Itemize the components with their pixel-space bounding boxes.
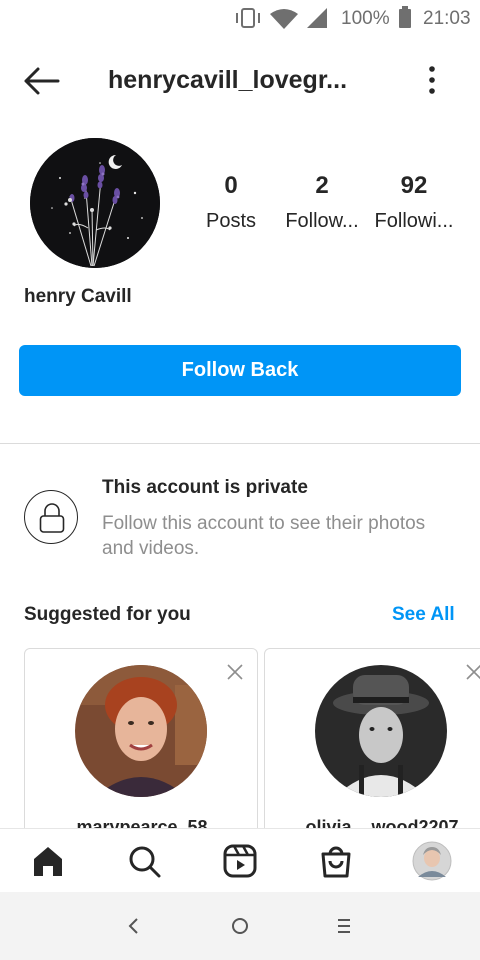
see-all-link[interactable]: See All [392, 604, 455, 626]
home-circle-icon[interactable] [228, 914, 252, 938]
stat-followers[interactable]: 2 Follow... [277, 172, 367, 233]
reels-icon[interactable] [222, 843, 258, 879]
system-nav-bar [0, 892, 480, 960]
suggested-card[interactable]: olivia__wood2207 [264, 648, 480, 848]
profile-header: henrycavill_lovegr... [0, 52, 480, 110]
back-arrow-icon[interactable] [22, 64, 62, 98]
recents-icon[interactable] [332, 914, 356, 938]
more-options-icon[interactable] [420, 62, 444, 98]
lock-icon [24, 490, 78, 544]
stat-label: Followi... [374, 210, 454, 232]
profile-full-name: henry Cavill [24, 286, 132, 307]
stat-posts[interactable]: 0 Posts [186, 172, 276, 233]
profile-avatar[interactable] [30, 138, 160, 268]
home-icon[interactable] [30, 843, 66, 879]
close-icon[interactable] [224, 661, 246, 683]
shop-icon[interactable] [318, 843, 354, 879]
suggested-title: Suggested for you [24, 604, 191, 625]
suggested-user-avatar[interactable] [75, 665, 207, 797]
stat-value: 92 [400, 172, 428, 199]
battery-icon [399, 6, 411, 28]
wifi-icon [270, 9, 298, 29]
header-username: henrycavill_lovegr... [108, 66, 348, 94]
suggested-user-avatar[interactable] [315, 665, 447, 797]
status-time: 21:03 [423, 8, 471, 29]
stat-value: 0 [224, 172, 238, 199]
stat-following[interactable]: 92 Followi... [369, 172, 459, 233]
private-account-title: This account is private [102, 477, 308, 498]
back-icon[interactable] [122, 914, 146, 938]
status-bar: 100% 21:03 [0, 0, 480, 38]
bottom-nav [0, 828, 480, 892]
vibrate-icon [236, 8, 260, 28]
close-icon[interactable] [463, 661, 480, 683]
section-divider [0, 443, 480, 444]
stat-label: Posts [205, 210, 257, 232]
follow-back-button[interactable]: Follow Back [19, 345, 461, 396]
signal-icon [307, 8, 327, 28]
battery-percent: 100% [341, 8, 390, 29]
private-account-description: Follow this account to see their photos … [102, 513, 426, 559]
stat-value: 2 [315, 172, 329, 199]
profile-avatar[interactable] [412, 841, 452, 881]
suggested-card[interactable]: marypearce_58 [24, 648, 258, 848]
lavender-illustration [30, 138, 160, 268]
stat-label: Follow... [285, 210, 359, 232]
search-icon[interactable] [126, 843, 162, 879]
